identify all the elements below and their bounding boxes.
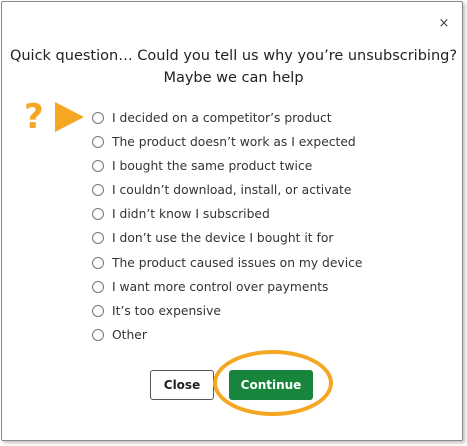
radio-button[interactable] bbox=[92, 281, 104, 293]
reason-option-label: I don’t use the device I bought it for bbox=[112, 231, 334, 245]
question-mark-icon: ? bbox=[24, 97, 44, 137]
reason-option-label: I didn’t know I subscribed bbox=[112, 207, 270, 221]
radio-button[interactable] bbox=[92, 136, 104, 148]
radio-button[interactable] bbox=[92, 208, 104, 220]
reason-option-label: I decided on a competitor’s product bbox=[112, 111, 332, 125]
arrow-right-icon bbox=[55, 102, 84, 132]
reason-option-bought-twice[interactable]: I bought the same product twice bbox=[92, 156, 312, 176]
reason-option-dont-use-device[interactable]: I don’t use the device I bought it for bbox=[92, 228, 333, 248]
reason-option-caused-issues[interactable]: The product caused issues on my device bbox=[92, 253, 362, 273]
close-icon[interactable]: × bbox=[438, 17, 450, 30]
radio-button[interactable] bbox=[92, 329, 104, 341]
reason-option-install-issue[interactable]: I couldn’t download, install, or activat… bbox=[92, 180, 351, 200]
reason-option-label: I couldn’t download, install, or activat… bbox=[112, 183, 352, 197]
reason-option-didnt-know[interactable]: I didn’t know I subscribed bbox=[92, 204, 270, 224]
radio-button[interactable] bbox=[92, 160, 104, 172]
reason-option-label: I want more control over payments bbox=[112, 280, 329, 294]
radio-button[interactable] bbox=[92, 305, 104, 317]
reason-option-too-expensive[interactable]: It’s too expensive bbox=[92, 301, 221, 321]
dialog-title: Quick question… Could you tell us why yo… bbox=[9, 48, 458, 86]
reason-option-label: The product doesn’t work as I expected bbox=[112, 135, 356, 149]
radio-button[interactable] bbox=[92, 257, 104, 269]
reason-option-label: I bought the same product twice bbox=[112, 159, 313, 173]
reason-option-label: It’s too expensive bbox=[112, 304, 221, 318]
reason-option-payment-control[interactable]: I want more control over payments bbox=[92, 277, 328, 297]
radio-button[interactable] bbox=[92, 232, 104, 244]
reason-option-label: Other bbox=[112, 328, 147, 342]
reason-option-not-as-expected[interactable]: The product doesn’t work as I expected bbox=[92, 132, 356, 152]
radio-button[interactable] bbox=[92, 112, 104, 124]
close-button[interactable]: Close bbox=[150, 370, 214, 400]
radio-button[interactable] bbox=[92, 184, 104, 196]
reason-option-other[interactable]: Other bbox=[92, 325, 147, 345]
reason-option-label: The product caused issues on my device bbox=[112, 256, 363, 270]
reason-option-competitor[interactable]: I decided on a competitor’s product bbox=[92, 108, 332, 128]
continue-button[interactable]: Continue bbox=[229, 370, 313, 400]
